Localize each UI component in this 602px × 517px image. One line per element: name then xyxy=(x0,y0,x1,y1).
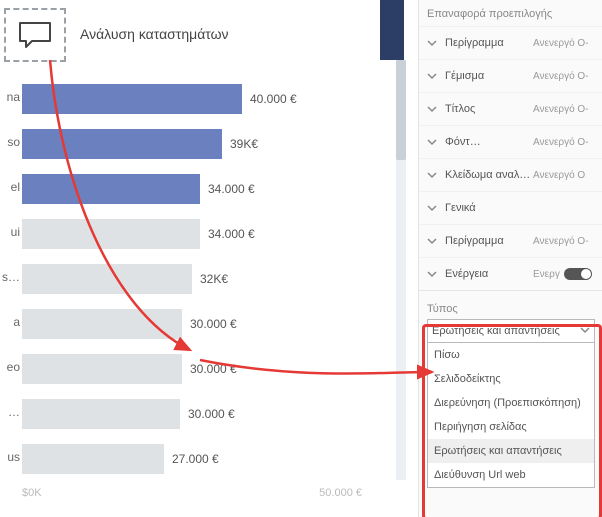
bar-fill[interactable] xyxy=(22,174,200,204)
type-dropdown[interactable]: Ερωτήσεις και απαντήσεις xyxy=(427,319,595,343)
bar-row: na 40.000 € xyxy=(0,80,380,120)
bar-category-label: us xyxy=(0,450,20,464)
chevron-down-icon xyxy=(427,38,439,48)
format-row[interactable]: Γενικά xyxy=(419,191,602,224)
visual-header: ⋯ Ανάλυση καταστημάτων xyxy=(0,0,380,60)
format-pane: Επαναφορά προεπιλογής ΠερίγραμμαΑνενεργό… xyxy=(418,0,602,517)
format-row[interactable]: ΤίτλοςΑνενεργό O- xyxy=(419,92,602,125)
bar-value-label: 30.000 € xyxy=(190,362,237,376)
bar-row: us 27.000 € xyxy=(0,440,380,480)
type-dropdown-item[interactable]: Διεύθυνση Url web xyxy=(428,463,594,487)
bar-value-label: 34.000 € xyxy=(208,182,255,196)
type-label: Τύπος xyxy=(427,303,595,315)
bar-category-label: so xyxy=(0,135,20,149)
chevron-down-icon xyxy=(427,203,439,213)
visual-scroll-thumb[interactable] xyxy=(396,60,406,160)
chevron-down-icon xyxy=(427,71,439,81)
bar-category-label: na xyxy=(0,90,20,104)
speech-bubble-icon xyxy=(18,21,52,49)
bar-category-label: ui xyxy=(0,225,20,239)
type-dropdown-menu: ΠίσωΣελιδοδείκτηςΔιερεύνηση (Προεπισκόπη… xyxy=(427,343,595,488)
bar-fill[interactable] xyxy=(22,444,164,474)
chevron-down-icon xyxy=(427,236,439,246)
type-dropdown-item[interactable]: Διερεύνηση (Προεπισκόπηση) xyxy=(428,391,594,415)
bar-category-label: … xyxy=(0,405,20,419)
format-row[interactable]: Φόντ…Ανενεργό O- xyxy=(419,125,602,158)
format-row-status: Ανενεργό O- xyxy=(533,104,589,115)
format-row[interactable]: ΠερίγραμμαΑνενεργό O- xyxy=(419,26,602,59)
format-row-status: Ανενεργό O- xyxy=(533,71,589,82)
bar-row: eo 30.000 € xyxy=(0,350,380,390)
bar-fill[interactable] xyxy=(22,84,242,114)
bar-row: … 30.000 € xyxy=(0,395,380,435)
format-row-label: Γενικά xyxy=(439,202,533,214)
speech-bubble-button-placeholder[interactable] xyxy=(4,8,66,62)
type-dropdown-item[interactable]: Πίσω xyxy=(428,343,594,367)
format-row-status: Ανενεργό O- xyxy=(533,236,589,247)
bar-fill[interactable] xyxy=(22,399,180,429)
bar-value-label: 40.000 € xyxy=(250,92,297,106)
x-tick-max: 50.000 € xyxy=(319,487,362,499)
type-dropdown-item[interactable]: Σελιδοδείκτης xyxy=(428,367,594,391)
chevron-down-icon xyxy=(427,170,439,180)
bar-fill[interactable] xyxy=(22,219,200,249)
bar-row: so 39K€ xyxy=(0,125,380,165)
format-row-label: Περίγραμμα xyxy=(439,235,533,247)
chevron-down-icon xyxy=(427,137,439,147)
bar-fill[interactable] xyxy=(22,129,222,159)
format-row-status: Ενεργ xyxy=(533,269,560,280)
bar-category-label: a xyxy=(0,315,20,329)
bar-fill[interactable] xyxy=(22,354,182,384)
bar-value-label: 32K€ xyxy=(200,272,228,286)
format-row[interactable]: Κλείδωμα αναλο…Ανενεργό O xyxy=(419,158,602,191)
format-row-label: Τίτλος xyxy=(439,103,533,115)
bar-row: a 30.000 € xyxy=(0,305,380,345)
bar-fill[interactable] xyxy=(22,264,192,294)
chevron-down-icon xyxy=(580,325,590,338)
action-type-section: Τύπος Ερωτήσεις και απαντήσεις ΠίσωΣελιδ… xyxy=(419,290,602,496)
more-options[interactable]: ⋯ xyxy=(22,0,46,6)
bar-row: s… 32K€ xyxy=(0,260,380,300)
chevron-down-icon xyxy=(427,104,439,114)
visual-title: Ανάλυση καταστημάτων xyxy=(80,26,229,42)
restore-defaults-link[interactable]: Επαναφορά προεπιλογής xyxy=(419,0,602,26)
format-row-label: Περίγραμμα xyxy=(439,37,533,49)
action-toggle[interactable] xyxy=(564,268,592,280)
format-row-status: Ανενεργό O- xyxy=(533,137,589,148)
format-row-label: Φόντ… xyxy=(439,136,533,148)
bar-value-label: 30.000 € xyxy=(188,407,235,421)
format-row-label: Ενέργεια xyxy=(439,268,533,280)
format-row-label: Γέμισμα xyxy=(439,70,533,82)
x-tick-min: $0K xyxy=(22,487,42,499)
bar-category-label: el xyxy=(0,180,20,194)
bar-value-label: 27.000 € xyxy=(172,452,219,466)
type-dropdown-item[interactable]: Περιήγηση σελίδας xyxy=(428,415,594,439)
bar-value-label: 39K€ xyxy=(230,137,258,151)
bar-category-label: eo xyxy=(0,360,20,374)
format-row[interactable]: ΠερίγραμμαΑνενεργό O- xyxy=(419,224,602,257)
bar-row: el 34.000 € xyxy=(0,170,380,210)
format-row[interactable]: ΓέμισμαΑνενεργό O- xyxy=(419,59,602,92)
bar-fill[interactable] xyxy=(22,309,182,339)
x-axis: $0K 50.000 € xyxy=(22,487,362,499)
bar-value-label: 30.000 € xyxy=(190,317,237,331)
bar-chart: na 40.000 € so 39K€ el 34.000 € ui 34.000 € s… 32… xyxy=(0,80,380,485)
format-row-action[interactable]: Ενέργεια Ενεργ xyxy=(419,257,602,290)
type-dropdown-value: Ερωτήσεις και απαντήσεις xyxy=(432,325,560,337)
format-row-label: Κλείδωμα αναλο… xyxy=(439,169,533,181)
bar-category-label: s… xyxy=(0,270,20,284)
bar-row: ui 34.000 € xyxy=(0,215,380,255)
format-row-status: Ανενεργό O xyxy=(533,170,585,181)
chevron-down-icon xyxy=(427,269,439,279)
bar-value-label: 34.000 € xyxy=(208,227,255,241)
type-dropdown-item[interactable]: Ερωτήσεις και απαντήσεις xyxy=(428,439,594,463)
header-dark-band xyxy=(380,0,404,60)
format-row-status: Ανενεργό O- xyxy=(533,38,589,49)
report-visual: ⋯ Ανάλυση καταστημάτων na 40.000 € so 39K€ e… xyxy=(0,0,414,517)
